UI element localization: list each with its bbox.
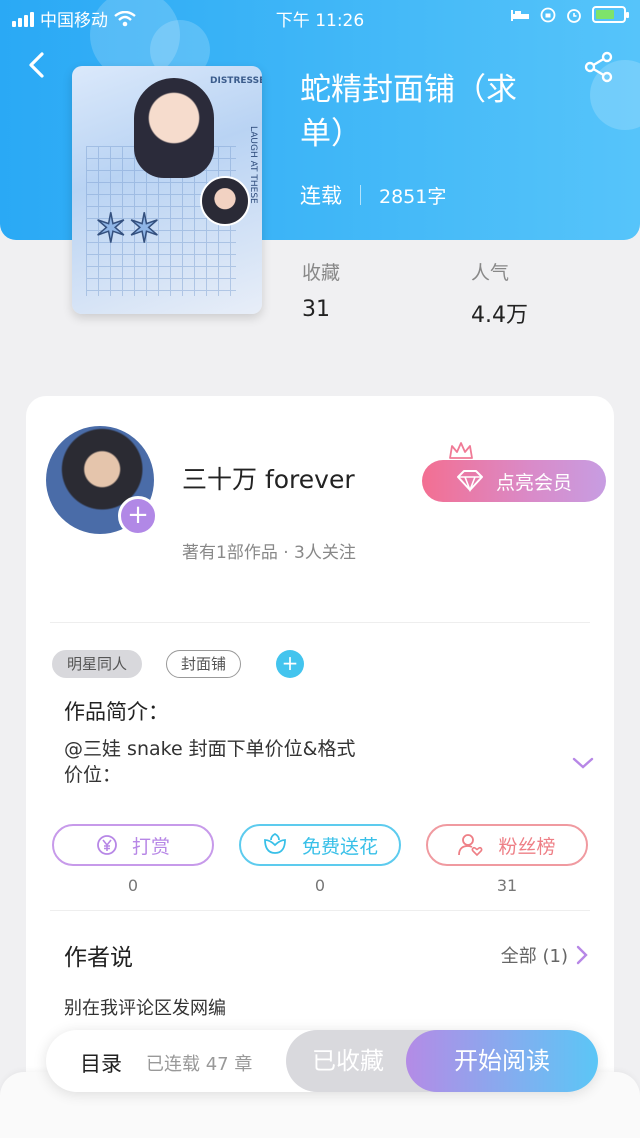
intro-line: 价位：: [64, 764, 122, 786]
flower-count: 0: [314, 876, 326, 895]
divider: [50, 622, 590, 623]
send-flower-label: 免费送花: [301, 835, 378, 858]
intro-line: @三娃 snake 封面下单价位&格式: [64, 738, 356, 760]
crown-icon: [449, 442, 473, 459]
add-tag-button[interactable]: +: [276, 650, 304, 678]
stat-popularity: 人气 4.4万: [471, 258, 528, 329]
tag-chip[interactable]: 封面铺: [166, 650, 242, 678]
follow-plus-icon[interactable]: +: [118, 496, 158, 536]
author-says-more-label: 全部 (1): [500, 946, 568, 967]
serial-chapter-count: 已连载 47 章: [146, 1054, 253, 1075]
yuan-icon: [97, 835, 117, 855]
intro-text: @三娃 snake 封面下单价位&格式 价位：: [64, 736, 356, 788]
author-says-more[interactable]: 全部 (1): [501, 942, 588, 968]
flower-icon: [264, 833, 286, 854]
author-name[interactable]: 三十万 forever: [182, 460, 355, 496]
orientation-lock-icon: [540, 7, 556, 22]
book-cover-image[interactable]: DISTRESSED LAUGH AT THESE ✶✶: [72, 66, 262, 314]
toc-button[interactable]: 目录: [80, 1048, 122, 1078]
author-says-text: 别在我评论区发网编: [64, 998, 226, 1019]
word-count: 2851字: [379, 185, 447, 208]
book-title: 蛇精封面铺（求单）: [300, 72, 517, 152]
fan-ranking-label: 粉丝榜: [498, 835, 556, 858]
divider: [50, 910, 590, 911]
reward-button[interactable]: 打赏: [52, 824, 214, 866]
reward-label: 打赏: [131, 835, 170, 858]
book-meta: 连载 2851字: [300, 180, 446, 210]
chevron-right-icon: [576, 945, 588, 965]
status-bar: 中国移动 下午 11:26: [0, 0, 640, 34]
stat-value: 4.4万: [471, 303, 528, 328]
alarm-icon: [567, 8, 581, 23]
author-subtitle: 著有1部作品 · 3人关注: [182, 543, 356, 563]
fan-count: 31: [496, 876, 518, 895]
share-icon[interactable]: [582, 50, 616, 84]
serial-status: 连载: [300, 184, 342, 208]
battery-icon: [592, 6, 629, 23]
author-says-label: 作者说: [64, 945, 133, 971]
intro-label: 作品简介：: [64, 700, 169, 724]
user-heart-icon: [458, 834, 483, 857]
reward-count: 0: [127, 876, 139, 895]
vip-button[interactable]: 点亮会员: [422, 460, 606, 502]
stat-favorites: 收藏 31: [302, 258, 340, 322]
tag-chip[interactable]: 明星同人: [52, 650, 143, 678]
diamond-icon: [456, 470, 483, 492]
fan-ranking-button[interactable]: 粉丝榜: [426, 824, 588, 866]
author-card: + 三十万 forever 著有1部作品 · 3人关注 点亮会员 明星同人 封面…: [26, 396, 614, 1138]
chevron-down-icon[interactable]: [572, 756, 594, 770]
stat-label: 人气: [471, 262, 510, 284]
send-flower-button[interactable]: 免费送花: [239, 824, 401, 866]
vip-label: 点亮会员: [495, 471, 572, 494]
stat-label: 收藏: [302, 262, 341, 284]
back-button[interactable]: [22, 48, 52, 82]
bed-icon: [511, 9, 529, 21]
bottom-action-bar: 目录 已连载 47 章 已收藏 开始阅读: [46, 1030, 598, 1092]
stat-value: 31: [302, 297, 330, 322]
start-reading-button[interactable]: 开始阅读: [406, 1030, 598, 1092]
